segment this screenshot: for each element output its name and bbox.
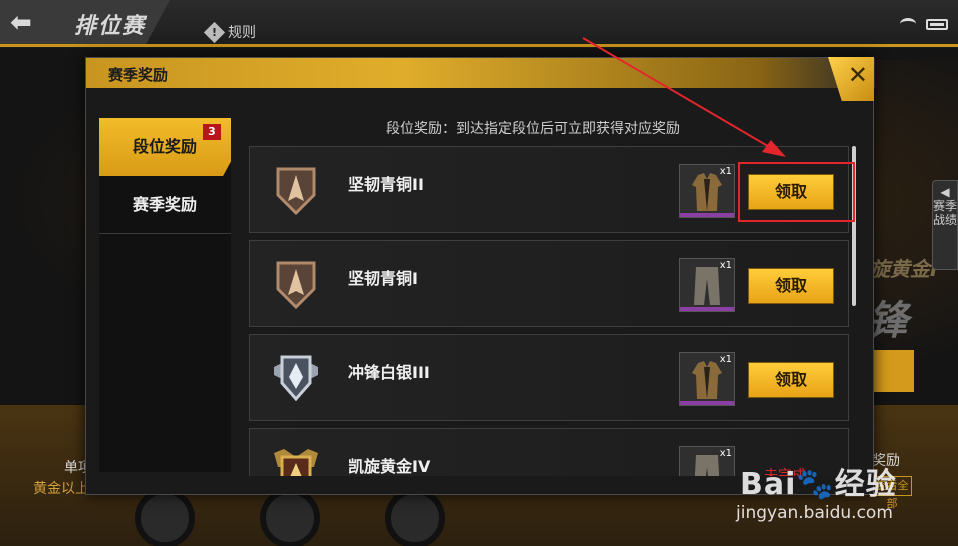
watermark-url: jingyan.baidu.com (736, 503, 893, 523)
baidu-watermark: Bai🐾经验 jingyan.baidu.com (730, 455, 955, 545)
baidu-logo: Bai🐾经验 (740, 467, 897, 502)
paw-icon: 🐾 (796, 467, 835, 502)
